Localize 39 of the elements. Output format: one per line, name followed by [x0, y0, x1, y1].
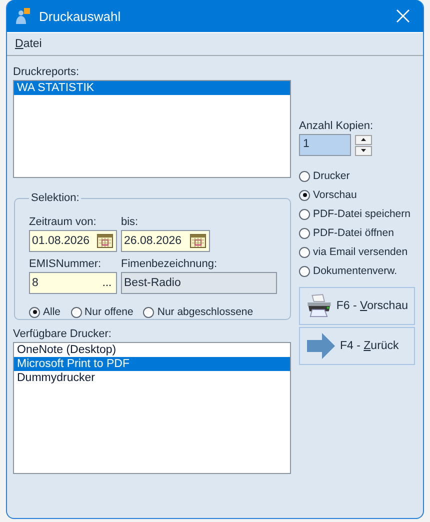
number-field[interactable]: 8 ...: [29, 272, 117, 294]
radio-button[interactable]: Drucker: [299, 170, 415, 182]
radio-button[interactable]: Nur abgeschlossene: [143, 306, 254, 318]
list-item[interactable]: WA STATISTIK: [14, 81, 290, 95]
back-button[interactable]: F4 - Zurück: [299, 327, 415, 365]
list-item[interactable]: Dummydrucker: [14, 371, 290, 385]
up-button[interactable]: [355, 134, 372, 144]
company-field[interactable]: Best-Radio: [121, 272, 277, 294]
printer-icon: [306, 292, 332, 320]
radio-button[interactable]: via Email versenden: [299, 246, 415, 258]
field-label: Fimenbezeichnung:: [121, 258, 218, 270]
field-label: EMISNummer:: [29, 258, 102, 270]
down-button[interactable]: [355, 146, 372, 156]
list-item[interactable]: Microsoft Print to PDF: [14, 357, 290, 371]
radio-button[interactable]: Dokumentenverw.: [299, 265, 415, 277]
group-title: Selektion:: [30, 192, 80, 204]
down-arrow-icon: [361, 149, 366, 152]
field-label: bis:: [121, 216, 140, 228]
field-label: Anzahl Kopien:: [299, 120, 374, 132]
calendar-icon[interactable]: [97, 234, 113, 248]
copies-field[interactable]: 1: [299, 134, 351, 156]
date-field[interactable]: 01.08.2026: [29, 230, 117, 252]
list-item[interactable]: OneNote (Desktop): [14, 343, 290, 357]
field-label: Zeitraum von:: [29, 216, 98, 228]
field-label: Verfügbare Drucker:: [13, 328, 112, 340]
app-icon: [15, 8, 31, 24]
radio-button[interactable]: PDF-Datei speichern: [299, 208, 415, 220]
radio-button[interactable]: Nur offene: [70, 306, 134, 318]
radio-button[interactable]: Alle: [29, 306, 61, 318]
calendar-icon[interactable]: [190, 234, 206, 248]
up-arrow-icon: [361, 138, 366, 141]
menu-item[interactable]: Datei: [13, 38, 44, 50]
radio-button[interactable]: Vorschau: [299, 189, 415, 201]
radio-button[interactable]: PDF-Datei öffnen: [299, 227, 415, 239]
window-title: Druckauswahl: [39, 8, 122, 24]
preview-button[interactable]: F6 - Vorschau: [299, 287, 415, 325]
arrow-icon: [306, 332, 336, 360]
field-label: Druckreports:: [13, 66, 80, 78]
date-field[interactable]: 26.08.2026: [121, 230, 210, 252]
